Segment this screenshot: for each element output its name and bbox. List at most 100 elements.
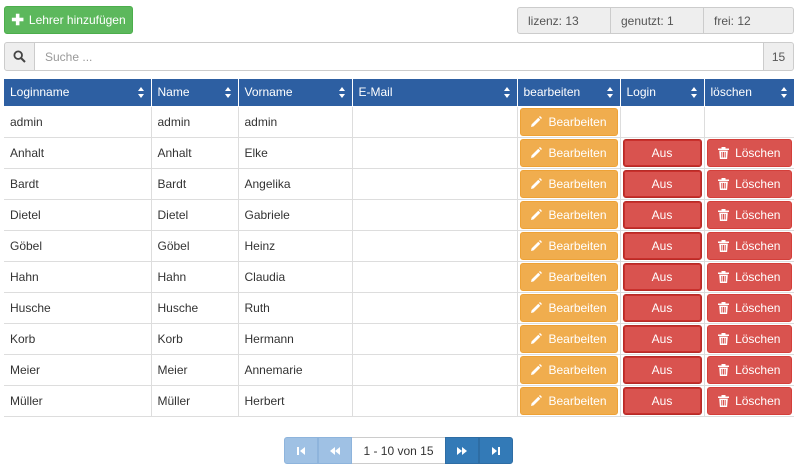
cell-vorname: Gabriele: [237, 198, 353, 231]
cell-edit: Bearbeiten: [516, 384, 621, 417]
cell-delete: [703, 105, 794, 138]
edit-label: Bearbeiten: [548, 207, 607, 222]
delete-label: Löschen: [735, 362, 781, 377]
login-toggle-button[interactable]: Aus: [622, 138, 702, 167]
sort-icon[interactable]: [781, 87, 788, 98]
stat-frei: frei: 12: [704, 7, 794, 34]
sort-icon[interactable]: [690, 87, 698, 98]
cell-email: [351, 353, 518, 386]
search-input[interactable]: [35, 42, 763, 71]
cell-vorname: Annemarie: [237, 353, 353, 386]
pencil-icon: [530, 332, 543, 345]
delete-button[interactable]: Löschen: [706, 386, 792, 415]
edit-label: Bearbeiten: [548, 269, 607, 284]
login-label: Aus: [651, 393, 673, 408]
cell-name: Müller: [150, 384, 239, 417]
cell-loginname: Bardt: [4, 167, 152, 200]
header-bearbeiten[interactable]: bearbeiten: [516, 79, 621, 107]
add-teacher-button[interactable]: ✚ Lehrer hinzufügen: [4, 6, 133, 34]
login-toggle-button[interactable]: Aus: [622, 293, 702, 322]
cell-loginname: Anhalt: [4, 136, 152, 169]
header-label: Loginname: [10, 85, 70, 100]
cell-login: Aus: [619, 353, 705, 386]
delete-button[interactable]: Löschen: [706, 293, 792, 322]
header-name[interactable]: Name: [150, 79, 239, 107]
header-email[interactable]: E-Mail: [351, 79, 518, 107]
delete-button[interactable]: Löschen: [706, 200, 792, 229]
edit-button[interactable]: Bearbeiten: [519, 355, 618, 384]
sort-icon[interactable]: [338, 87, 346, 98]
delete-label: Löschen: [735, 300, 781, 315]
login-toggle-button[interactable]: Aus: [622, 169, 702, 198]
edit-button[interactable]: Bearbeiten: [519, 293, 618, 322]
cell-name: Husche: [150, 291, 239, 324]
header-label: löschen: [710, 85, 752, 100]
edit-button[interactable]: Bearbeiten: [519, 200, 618, 229]
sort-icon[interactable]: [137, 87, 145, 98]
login-toggle-button[interactable]: Aus: [622, 386, 702, 415]
delete-label: Löschen: [735, 207, 781, 222]
delete-button[interactable]: Löschen: [706, 324, 792, 353]
first-page-button[interactable]: [284, 437, 318, 464]
delete-button[interactable]: Löschen: [706, 355, 792, 384]
stat-genutzt: genutzt: 1: [611, 7, 704, 34]
pencil-icon: [530, 394, 543, 407]
edit-button[interactable]: Bearbeiten: [519, 138, 618, 167]
edit-button[interactable]: Bearbeiten: [519, 169, 618, 198]
header-vorname[interactable]: Vorname: [237, 79, 353, 107]
sort-icon[interactable]: [224, 87, 232, 98]
header-loginname[interactable]: Loginname: [4, 79, 152, 107]
trash-icon: [718, 270, 730, 283]
cell-vorname: Heinz: [237, 229, 353, 262]
pencil-icon: [530, 270, 543, 283]
edit-button[interactable]: Bearbeiten: [519, 262, 618, 291]
cell-email: [351, 322, 518, 355]
login-toggle-button[interactable]: Aus: [622, 262, 702, 291]
add-teacher-label: Lehrer hinzufügen: [28, 13, 126, 27]
cell-vorname: Elke: [237, 136, 353, 169]
last-page-button[interactable]: [479, 437, 513, 464]
table-row: Hahn Hahn Claudia Bearbeiten Aus Löschen: [4, 260, 794, 293]
search-bar: 15: [4, 42, 794, 71]
previous-page-button[interactable]: [318, 437, 352, 464]
delete-label: Löschen: [735, 393, 781, 408]
login-toggle-button[interactable]: Aus: [622, 200, 702, 229]
edit-button[interactable]: Bearbeiten: [519, 386, 618, 415]
edit-button[interactable]: Bearbeiten: [519, 324, 618, 353]
sort-icon[interactable]: [606, 87, 614, 98]
login-label: Aus: [651, 145, 673, 160]
edit-label: Bearbeiten: [548, 114, 607, 129]
cell-loginname: Göbel: [4, 229, 152, 262]
login-toggle-button[interactable]: Aus: [622, 355, 702, 384]
edit-button[interactable]: Bearbeiten: [519, 107, 618, 136]
cell-loginname: Dietel: [4, 198, 152, 231]
cell-edit: Bearbeiten: [516, 136, 621, 169]
next-page-button[interactable]: [445, 437, 479, 464]
delete-button[interactable]: Löschen: [706, 169, 792, 198]
search-icon: [4, 42, 35, 71]
sort-icon[interactable]: [503, 87, 511, 98]
delete-label: Löschen: [735, 331, 781, 346]
delete-button[interactable]: Löschen: [706, 262, 792, 291]
delete-button[interactable]: Löschen: [706, 138, 792, 167]
cell-loginname: Korb: [4, 322, 152, 355]
header-login[interactable]: Login: [619, 79, 705, 107]
cell-vorname: Angelika: [237, 167, 353, 200]
delete-button[interactable]: Löschen: [706, 231, 792, 260]
cell-delete: Löschen: [703, 322, 794, 355]
page-info: 1 - 10 von 15: [352, 437, 445, 464]
header-label: E-Mail: [358, 85, 393, 100]
cell-delete: Löschen: [703, 260, 794, 293]
trash-icon: [718, 177, 730, 190]
stat-lizenz: lizenz: 13: [517, 7, 611, 34]
login-toggle-button[interactable]: Aus: [622, 324, 702, 353]
table-row: admin admin admin Bearbeiten: [4, 105, 794, 138]
login-toggle-button[interactable]: Aus: [622, 231, 702, 260]
cell-loginname: Husche: [4, 291, 152, 324]
edit-label: Bearbeiten: [548, 393, 607, 408]
cell-login: Aus: [619, 136, 705, 169]
header-loeschen[interactable]: löschen: [703, 79, 794, 107]
edit-button[interactable]: Bearbeiten: [519, 231, 618, 260]
cell-email: [351, 105, 518, 138]
cell-login: Aus: [619, 198, 705, 231]
